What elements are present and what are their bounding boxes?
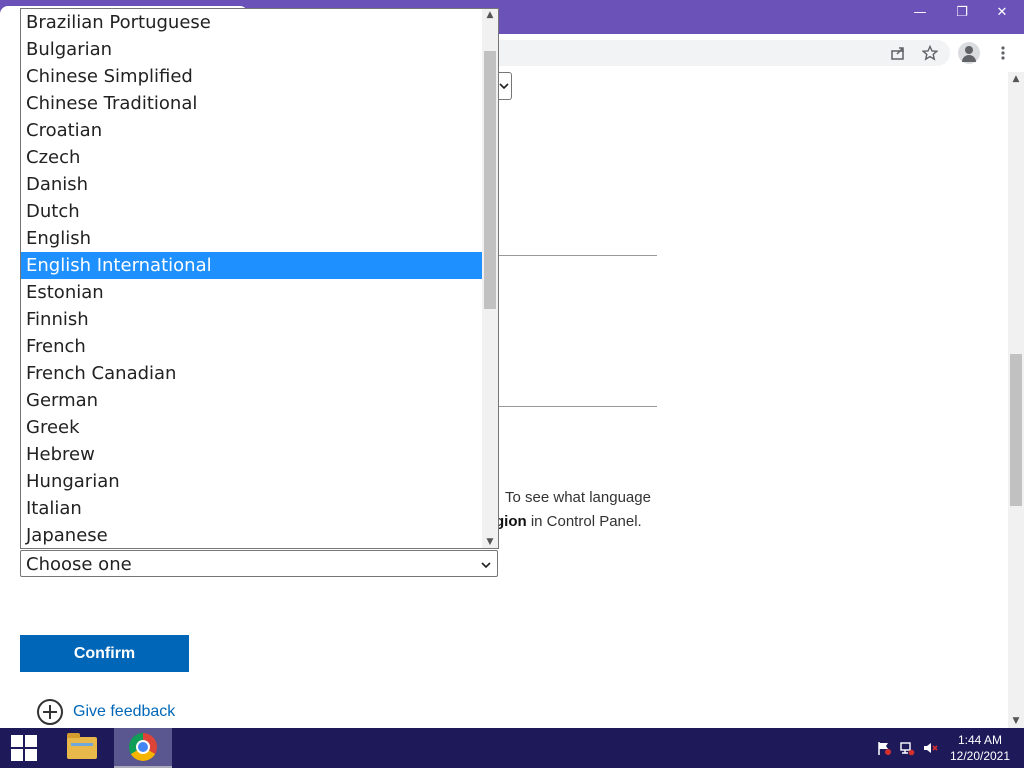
scroll-down-icon[interactable]: ▼ <box>482 537 498 547</box>
flag-icon[interactable] <box>874 738 894 758</box>
dropdown-option[interactable]: Bulgarian <box>21 36 483 63</box>
menu-icon[interactable] <box>990 40 1016 66</box>
info-text-line1: To see what language <box>505 489 651 506</box>
give-feedback-link[interactable]: Give feedback <box>37 699 175 725</box>
scroll-up-icon[interactable]: ▲ <box>482 10 498 20</box>
confirm-button[interactable]: Confirm <box>20 635 189 672</box>
network-icon[interactable] <box>897 738 917 758</box>
dropdown-option[interactable]: English <box>21 225 483 252</box>
dropdown-option[interactable]: Hebrew <box>21 441 483 468</box>
dropdown-option[interactable]: Brazilian Portuguese <box>21 9 483 36</box>
dropdown-option[interactable]: French Canadian <box>21 360 483 387</box>
give-feedback-label: Give feedback <box>73 703 176 720</box>
scroll-down-icon[interactable]: ▼ <box>1008 716 1024 726</box>
chevron-down-icon <box>481 557 491 571</box>
info-text-rest: in Control Panel. <box>526 513 642 530</box>
dropdown-option[interactable]: French <box>21 333 483 360</box>
volume-muted-icon[interactable] <box>920 738 940 758</box>
profile-icon[interactable] <box>958 42 980 64</box>
scroll-up-icon[interactable]: ▲ <box>1008 74 1024 84</box>
dropdown-option[interactable]: Czech <box>21 144 483 171</box>
language-select-value: Choose one <box>26 554 132 575</box>
dropdown-option[interactable]: Greek <box>21 414 483 441</box>
page-scrollbar[interactable]: ▲ ▼ <box>1008 72 1024 728</box>
start-button[interactable] <box>0 728 48 768</box>
dropdown-option[interactable]: Estonian <box>21 279 483 306</box>
clock-date: 12/20/2021 <box>949 749 1011 763</box>
dropdown-scroll-thumb[interactable] <box>484 51 496 309</box>
dropdown-option[interactable]: Chinese Traditional <box>21 90 483 117</box>
top-select-chevron-icon[interactable] <box>497 72 512 100</box>
dropdown-scrollbar[interactable]: ▲ ▼ <box>482 9 498 548</box>
language-dropdown-list[interactable]: Brazilian Portuguese Bulgarian Chinese Sim… <box>20 8 499 549</box>
minimize-button[interactable]: — <box>900 0 940 24</box>
dropdown-option[interactable]: Italian <box>21 495 483 522</box>
system-clock[interactable]: 1:44 AM 12/20/2021 <box>944 732 1016 764</box>
plus-circle-icon <box>37 699 63 725</box>
dropdown-option[interactable]: Japanese <box>21 522 483 548</box>
windows-logo-icon <box>11 735 37 761</box>
folder-icon <box>67 733 97 759</box>
share-icon[interactable] <box>885 40 911 66</box>
close-button[interactable]: ✕ <box>982 0 1022 24</box>
dropdown-option[interactable]: Dutch <box>21 198 483 225</box>
dropdown-option[interactable]: Croatian <box>21 117 483 144</box>
dropdown-option[interactable]: German <box>21 387 483 414</box>
language-select[interactable]: Choose one <box>20 550 498 577</box>
dropdown-option[interactable]: English International <box>21 252 483 279</box>
taskbar: 1:44 AM 12/20/2021 <box>0 728 1024 768</box>
clock-time: 1:44 AM <box>957 733 1003 747</box>
file-explorer-button[interactable] <box>58 728 106 768</box>
star-icon[interactable] <box>917 40 943 66</box>
address-bar[interactable] <box>470 40 950 66</box>
chrome-icon <box>129 733 157 761</box>
info-text-bold: gion <box>495 513 527 530</box>
dropdown-option[interactable]: Chinese Simplified <box>21 63 483 90</box>
divider <box>497 406 657 407</box>
divider <box>497 255 657 256</box>
dropdown-option[interactable]: Danish <box>21 171 483 198</box>
restore-button[interactable]: ❐ <box>942 0 982 24</box>
chrome-taskbar-button[interactable] <box>114 728 172 768</box>
page-scroll-thumb[interactable] <box>1010 354 1022 506</box>
dropdown-option[interactable]: Finnish <box>21 306 483 333</box>
info-text-line2: gion in Control Panel. <box>495 513 642 530</box>
dropdown-option[interactable]: Hungarian <box>21 468 483 495</box>
